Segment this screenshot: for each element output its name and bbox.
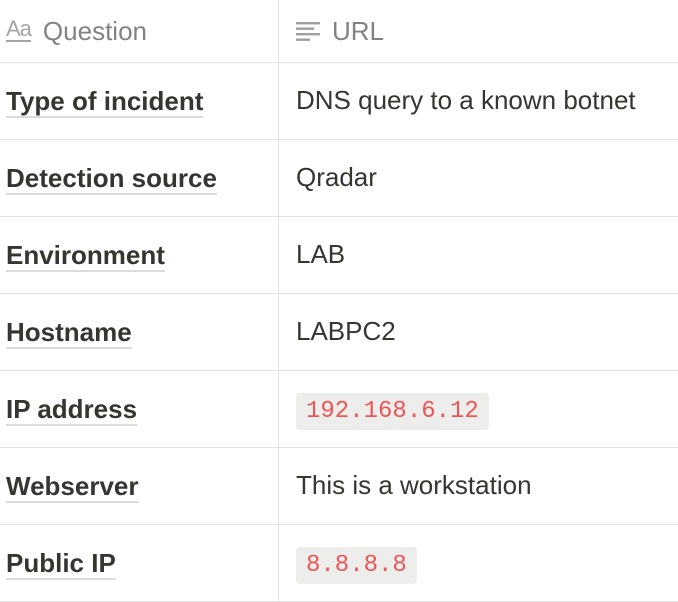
url-cell[interactable]: Qradar [279, 140, 678, 216]
url-cell[interactable]: 192.168.6.12 [279, 371, 678, 447]
url-cell[interactable]: 8.8.8.8 [279, 525, 678, 601]
question-cell[interactable]: Hostname [0, 294, 279, 370]
table-row[interactable]: Detection source Qradar [0, 140, 678, 217]
table-row[interactable]: Type of incident DNS query to a known bo… [0, 63, 678, 140]
question-cell[interactable]: IP address [0, 371, 279, 447]
row-title[interactable]: Hostname [6, 317, 132, 349]
url-code-value: 8.8.8.8 [296, 547, 417, 584]
url-code-value: 192.168.6.12 [296, 393, 489, 430]
column-header-label: Question [42, 15, 147, 46]
url-value: DNS query to a known botnet [296, 85, 636, 115]
url-value: LAB [296, 239, 346, 269]
url-cell[interactable]: DNS query to a known botnet [279, 63, 678, 139]
url-cell[interactable]: LAB [279, 217, 678, 293]
row-title[interactable]: Public IP [6, 548, 116, 580]
row-title[interactable]: Webserver [6, 471, 139, 503]
url-value: Qradar [296, 162, 377, 192]
row-title[interactable]: IP address [6, 394, 138, 426]
text-title-icon: Aa [6, 16, 32, 41]
url-cell[interactable]: This is a workstation [279, 448, 678, 524]
table-header-row: Aa Question URL [0, 0, 678, 63]
table-row[interactable]: Public IP 8.8.8.8 [0, 525, 678, 602]
question-cell[interactable]: Type of incident [0, 63, 279, 139]
column-header-label: URL [332, 15, 385, 46]
row-title[interactable]: Environment [6, 240, 165, 272]
table-row[interactable]: Hostname LABPC2 [0, 294, 678, 371]
question-cell[interactable]: Webserver [0, 448, 279, 524]
column-header-question[interactable]: Aa Question [0, 0, 279, 62]
question-cell[interactable]: Public IP [0, 525, 279, 601]
column-header-url[interactable]: URL [279, 0, 678, 62]
table-row[interactable]: IP address 192.168.6.12 [0, 371, 678, 448]
row-title[interactable]: Type of incident [6, 86, 204, 118]
database-table: Aa Question URL Type of incident DNS que… [0, 0, 678, 602]
text-lines-icon [296, 21, 320, 41]
question-cell[interactable]: Detection source [0, 140, 279, 216]
url-cell[interactable]: LABPC2 [279, 294, 678, 370]
row-title[interactable]: Detection source [6, 163, 217, 195]
table-row[interactable]: Environment LAB [0, 217, 678, 294]
question-cell[interactable]: Environment [0, 217, 279, 293]
table-row[interactable]: Webserver This is a workstation [0, 448, 678, 525]
url-value: This is a workstation [296, 470, 532, 500]
url-value: LABPC2 [296, 316, 396, 346]
